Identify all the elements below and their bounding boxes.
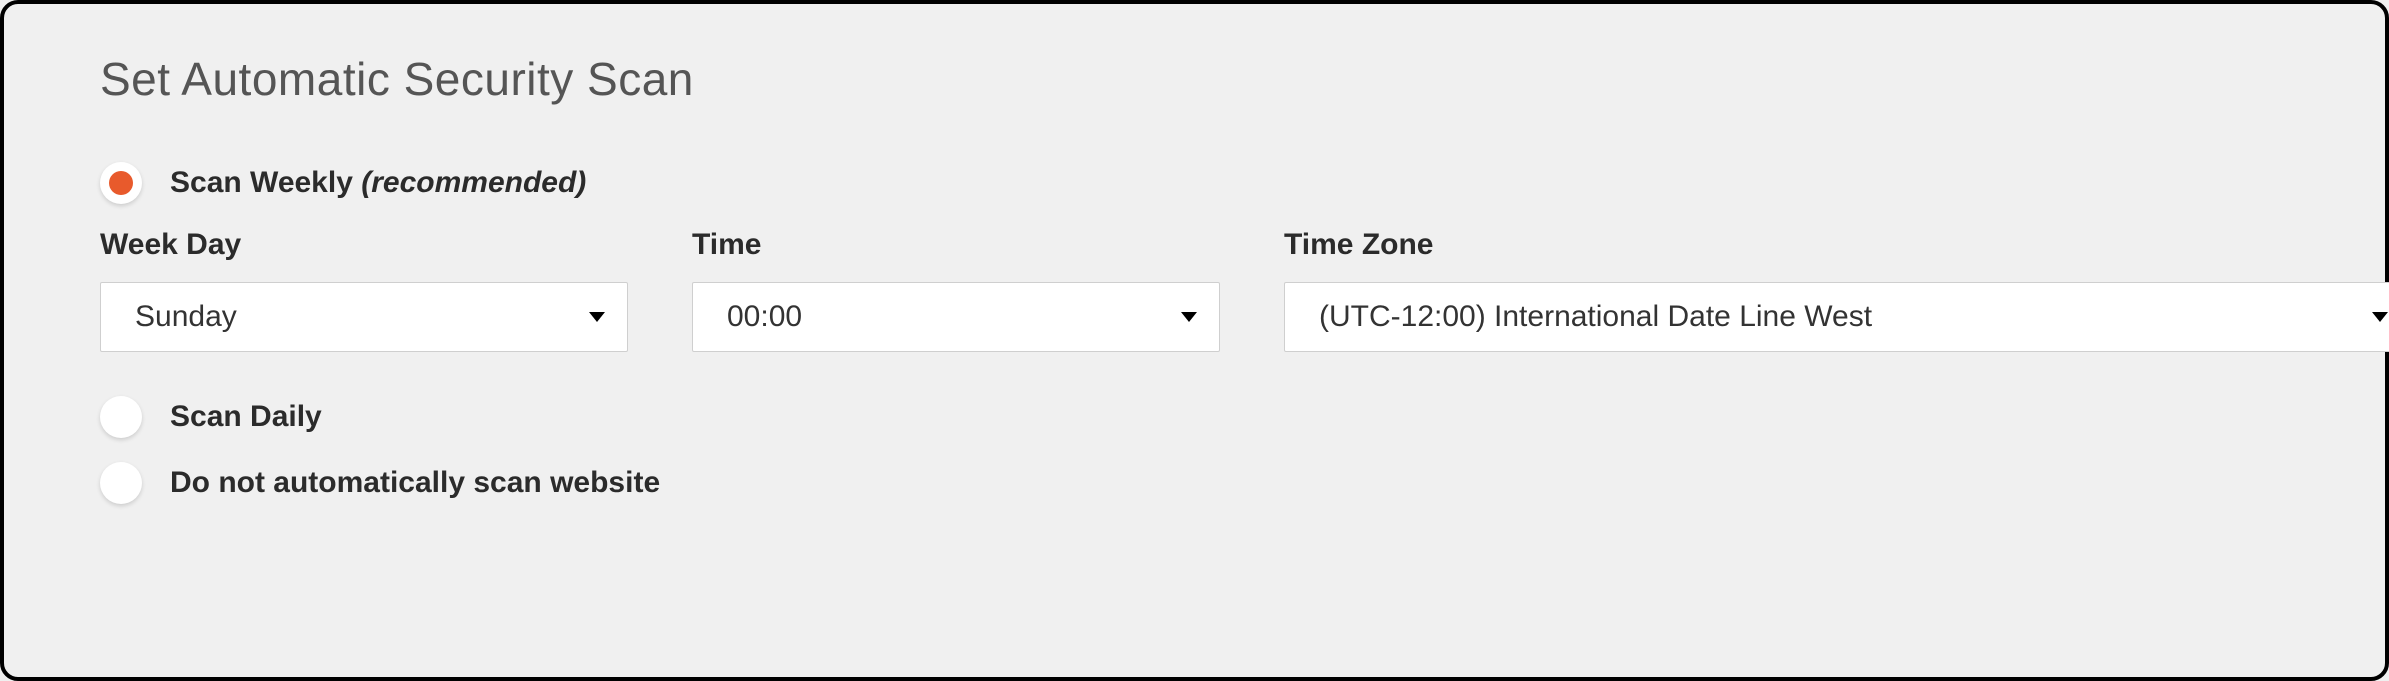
chevron-down-icon	[1181, 312, 1197, 322]
panel-title: Set Automatic Security Scan	[100, 52, 2289, 106]
select-time[interactable]: 00:00	[692, 282, 1220, 352]
chevron-down-icon	[2372, 312, 2388, 322]
field-label-timezone: Time Zone	[1284, 228, 2389, 262]
select-weekday-value: Sunday	[135, 300, 237, 334]
select-weekday[interactable]: Sunday	[100, 282, 628, 352]
chevron-down-icon	[589, 312, 605, 322]
select-timezone-value: (UTC-12:00) International Date Line West	[1319, 300, 1872, 334]
field-label-weekday: Week Day	[100, 228, 628, 262]
radio-label-weekly-text: Scan Weekly	[170, 166, 361, 199]
radio-scan-weekly[interactable]	[100, 162, 142, 204]
radio-scan-none[interactable]	[100, 462, 142, 504]
radio-label-none: Do not automatically scan website	[170, 466, 660, 500]
select-time-value: 00:00	[727, 300, 802, 334]
radio-label-daily: Scan Daily	[170, 400, 322, 434]
weekly-schedule-fields: Week Day Sunday Time 00:00 Time Zone (UT…	[100, 228, 2289, 352]
recommended-text: (recommended)	[361, 166, 586, 199]
radio-scan-daily[interactable]	[100, 396, 142, 438]
security-scan-settings-panel: Set Automatic Security Scan Scan Weekly …	[0, 0, 2389, 681]
field-weekday: Week Day Sunday	[100, 228, 628, 352]
radio-label-weekly: Scan Weekly (recommended)	[170, 166, 586, 200]
radio-selected-dot-icon	[109, 171, 133, 195]
radio-row-daily: Scan Daily	[100, 396, 2289, 438]
radio-row-weekly: Scan Weekly (recommended)	[100, 162, 2289, 204]
field-time: Time 00:00	[692, 228, 1220, 352]
select-timezone[interactable]: (UTC-12:00) International Date Line West	[1284, 282, 2389, 352]
field-label-time: Time	[692, 228, 1220, 262]
field-timezone: Time Zone (UTC-12:00) International Date…	[1284, 228, 2389, 352]
radio-row-none: Do not automatically scan website	[100, 462, 2289, 504]
